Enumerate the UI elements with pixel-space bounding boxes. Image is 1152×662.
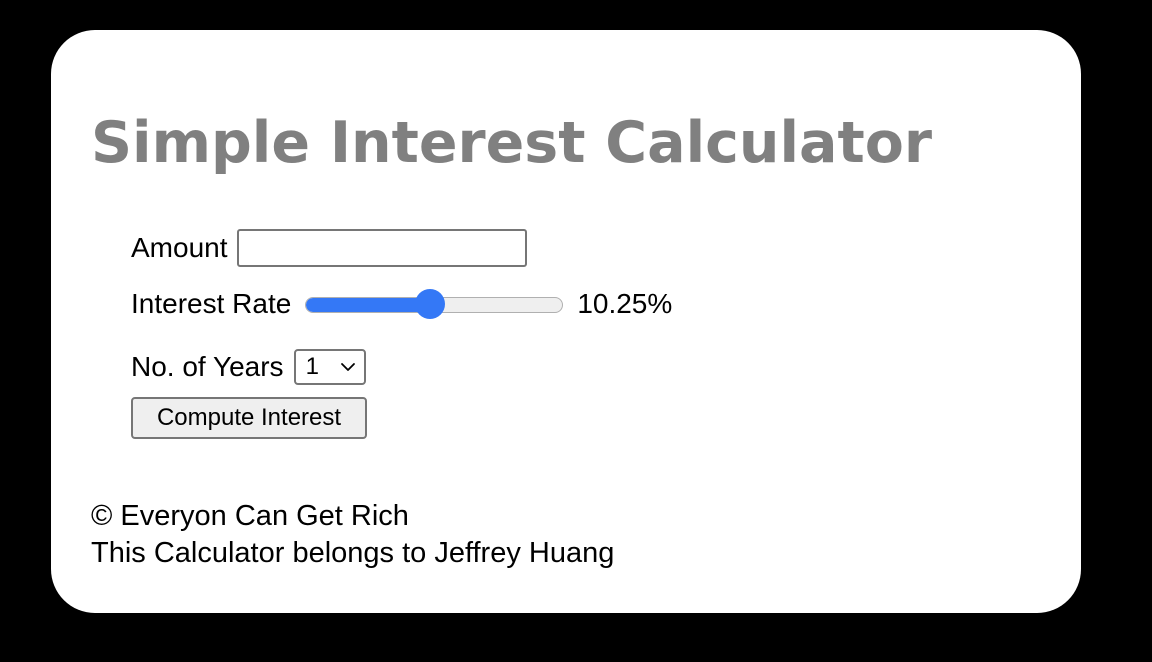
calculator-card: Simple Interest Calculator Amount Intere…	[51, 30, 1081, 613]
interest-rate-value: 10.25%	[577, 288, 673, 319]
slider-thumb[interactable]	[415, 289, 446, 319]
years-row: No. of Years 1	[131, 347, 366, 387]
owner-text: This Calculator belongs to Jeffrey Huang	[91, 537, 615, 569]
interest-rate-slider[interactable]	[305, 289, 564, 319]
amount-label: Amount	[131, 232, 228, 263]
years-label: No. of Years	[131, 351, 284, 382]
amount-input[interactable]	[236, 229, 527, 267]
copyright-text: © Everyon Can Get Rich	[91, 500, 409, 532]
page-title: Simple Interest Calculator	[91, 110, 933, 176]
button-row: Compute Interest	[131, 396, 367, 440]
interest-rate-row: Interest Rate 10.25%	[131, 284, 672, 324]
chevron-down-icon	[340, 363, 355, 371]
footer: © Everyon Can Get Rich This Calculator b…	[91, 498, 614, 572]
slider-fill	[306, 298, 432, 312]
years-selected-value: 1	[305, 353, 319, 380]
interest-rate-label: Interest Rate	[131, 288, 292, 319]
years-select[interactable]: 1	[293, 349, 366, 385]
compute-interest-button[interactable]: Compute Interest	[131, 397, 367, 439]
amount-row: Amount	[131, 226, 527, 270]
